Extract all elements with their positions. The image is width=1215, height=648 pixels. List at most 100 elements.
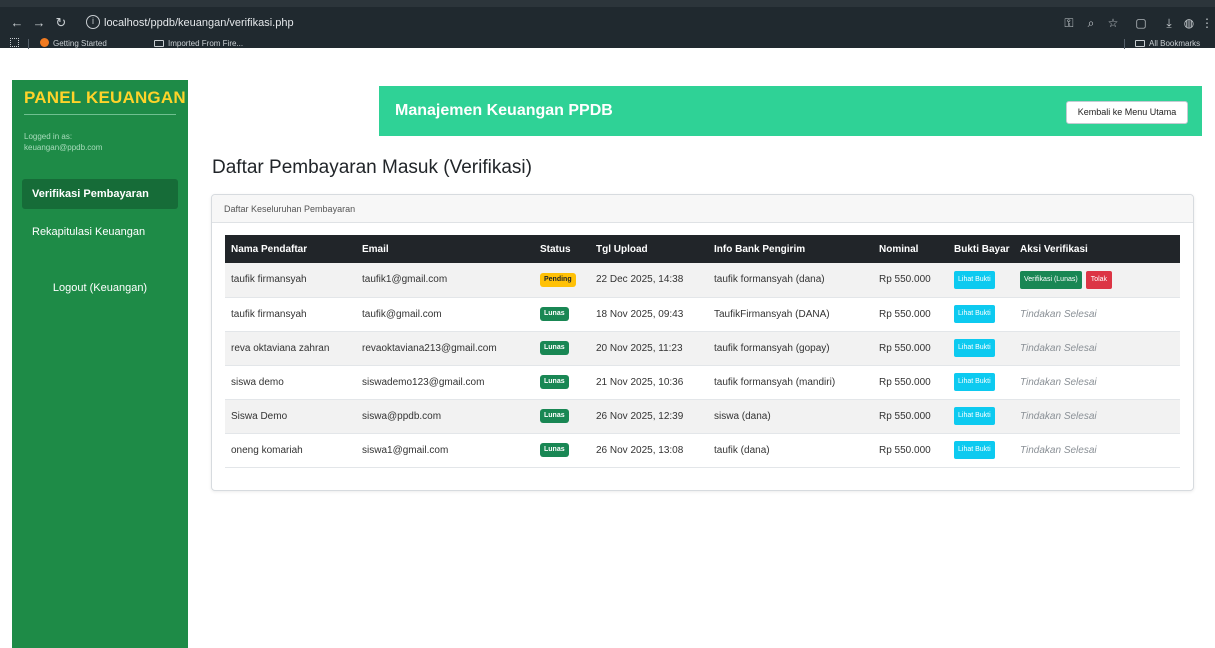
sidebar-item-rekapitulasi[interactable]: Rekapitulasi Keuangan [32, 226, 145, 238]
verify-button[interactable]: Verifikasi (Lunas) [1020, 270, 1082, 289]
page-title: Daftar Pembayaran Masuk (Verifikasi) [212, 157, 532, 178]
cell-action: Tindakan Selesai [1014, 297, 1180, 332]
action-done-text: Tindakan Selesai [1020, 410, 1097, 422]
action-done-text: Tindakan Selesai [1020, 376, 1097, 388]
back-arrow-icon[interactable]: ← [8, 11, 26, 35]
logout-link[interactable]: Logout (Keuangan) [12, 282, 188, 294]
action-done-text: Tindakan Selesai [1020, 342, 1097, 354]
cell-bukti: Lihat Bukti [948, 297, 1014, 332]
view-proof-button[interactable]: Lihat Bukti [954, 407, 995, 425]
cell-date: 20 Nov 2025, 11:23 [590, 331, 708, 366]
cell-nominal: Rp 550.000 [873, 365, 948, 400]
col-header-status: Status [534, 235, 590, 263]
extensions-icon[interactable]: ▢ [1132, 11, 1150, 35]
sidebar-divider [24, 114, 176, 115]
cell-action: Tindakan Selesai [1014, 399, 1180, 434]
sidebar-item-verifikasi[interactable]: Verifikasi Pembayaran [22, 179, 178, 209]
cell-email: siswa@ppdb.com [356, 399, 534, 434]
cell-status: Lunas [534, 331, 590, 366]
cell-name: taufik firmansyah [225, 297, 356, 332]
cell-bank: taufik (dana) [708, 433, 873, 468]
col-header-info-bank: Info Bank Pengirim [708, 235, 873, 263]
table-header-row: Nama Pendaftar Email Status Tgl Upload I… [225, 235, 1180, 263]
cell-bank: taufik formansyah (dana) [708, 263, 873, 298]
col-header-email: Email [356, 235, 534, 263]
tab-strip [0, 0, 1215, 7]
site-info-icon[interactable]: i [86, 15, 100, 29]
status-badge: Lunas [540, 307, 569, 321]
cell-email: siswademo123@gmail.com [356, 365, 534, 400]
cell-status: Pending [534, 263, 590, 298]
folder-icon [1135, 40, 1145, 47]
cell-nominal: Rp 550.000 [873, 331, 948, 366]
table-row: reva oktaviana zahran revaoktaviana213@g… [225, 331, 1180, 366]
table-row: taufik firmansyah taufik@gmail.com Lunas… [225, 297, 1180, 332]
sidebar-item-label: Verifikasi Pembayaran [32, 188, 149, 200]
card-header: Daftar Keseluruhan Pembayaran [212, 195, 1193, 223]
cell-action: Verifikasi (Lunas) Tolak [1014, 263, 1180, 298]
logged-in-email: keuangan@ppdb.com [24, 143, 103, 152]
cell-status: Lunas [534, 365, 590, 400]
status-badge: Lunas [540, 375, 569, 389]
reject-button[interactable]: Tolak [1085, 270, 1113, 289]
bookmark-imported[interactable]: Imported From Fire... [154, 38, 243, 50]
bookmark-getting-started[interactable]: Getting Started [40, 38, 107, 50]
cell-bukti: Lihat Bukti [948, 399, 1014, 434]
sidebar: PANEL KEUANGAN Logged in as: keuangan@pp… [12, 80, 188, 648]
all-bookmarks[interactable]: All Bookmarks [1135, 38, 1200, 50]
header-banner: Manajemen Keuangan PPDB Kembali ke Menu … [379, 86, 1202, 136]
table-row: taufik firmansyah taufik1@gmail.com Pend… [225, 263, 1180, 298]
payments-table: Nama Pendaftar Email Status Tgl Upload I… [225, 235, 1180, 468]
apps-icon[interactable] [10, 38, 19, 50]
sidebar-brand: PANEL KEUANGAN [24, 88, 186, 107]
cell-date: 22 Dec 2025, 14:38 [590, 263, 708, 298]
cell-nominal: Rp 550.000 [873, 297, 948, 332]
menu-dots-icon[interactable]: ⋮ [1198, 11, 1215, 35]
cell-bank: taufik formansyah (mandiri) [708, 365, 873, 400]
bookmark-separator [28, 39, 29, 49]
cell-email: taufik@gmail.com [356, 297, 534, 332]
view-proof-button[interactable]: Lihat Bukti [954, 441, 995, 459]
star-icon[interactable]: ☆ [1104, 11, 1122, 35]
action-done-text: Tindakan Selesai [1020, 444, 1097, 456]
view-proof-button[interactable]: Lihat Bukti [954, 373, 995, 391]
header-title: Manajemen Keuangan PPDB [395, 102, 613, 119]
cell-bank: siswa (dana) [708, 399, 873, 434]
cell-status: Lunas [534, 433, 590, 468]
cell-status: Lunas [534, 297, 590, 332]
cell-name: oneng komariah [225, 433, 356, 468]
cell-date: 26 Nov 2025, 12:39 [590, 399, 708, 434]
forward-arrow-icon[interactable]: → [30, 11, 48, 35]
logged-in-info: Logged in as: keuangan@ppdb.com [24, 131, 102, 153]
back-to-menu-button[interactable]: Kembali ke Menu Utama [1066, 101, 1188, 124]
bookmark-separator [1124, 39, 1125, 49]
key-icon[interactable]: ⚿ [1060, 11, 1078, 35]
download-icon[interactable]: ⤓ [1160, 11, 1178, 35]
col-header-nama: Nama Pendaftar [225, 235, 356, 263]
screen: ← → ↻ i localhost/ppdb/keuangan/verifika… [0, 0, 1215, 648]
cell-status: Lunas [534, 399, 590, 434]
cell-bank: taufik formansyah (gopay) [708, 331, 873, 366]
view-proof-button[interactable]: Lihat Bukti [954, 339, 995, 357]
reload-icon[interactable]: ↻ [52, 11, 70, 35]
cell-name: reva oktaviana zahran [225, 331, 356, 366]
cell-bukti: Lihat Bukti [948, 263, 1014, 298]
cell-bukti: Lihat Bukti [948, 365, 1014, 400]
cell-name: taufik firmansyah [225, 263, 356, 298]
cell-action: Tindakan Selesai [1014, 331, 1180, 366]
col-header-tgl-upload: Tgl Upload [590, 235, 708, 263]
address-row: ← → ↻ i localhost/ppdb/keuangan/verifika… [0, 11, 1215, 35]
cell-nominal: Rp 550.000 [873, 433, 948, 468]
view-proof-button[interactable]: Lihat Bukti [954, 270, 995, 289]
action-done-text: Tindakan Selesai [1020, 308, 1097, 320]
cell-action: Tindakan Selesai [1014, 365, 1180, 400]
profile-icon[interactable]: ◍ [1180, 11, 1198, 35]
table-row: oneng komariah siswa1@gmail.com Lunas 26… [225, 433, 1180, 468]
address-bar-url[interactable]: localhost/ppdb/keuangan/verifikasi.php [104, 15, 294, 31]
zoom-icon[interactable]: ⌕ [1082, 11, 1100, 35]
col-header-nominal: Nominal [873, 235, 948, 263]
view-proof-button[interactable]: Lihat Bukti [954, 305, 995, 323]
col-header-bukti-bayar: Bukti Bayar [948, 235, 1014, 263]
table-row: siswa demo siswademo123@gmail.com Lunas … [225, 365, 1180, 400]
cell-nominal: Rp 550.000 [873, 263, 948, 298]
